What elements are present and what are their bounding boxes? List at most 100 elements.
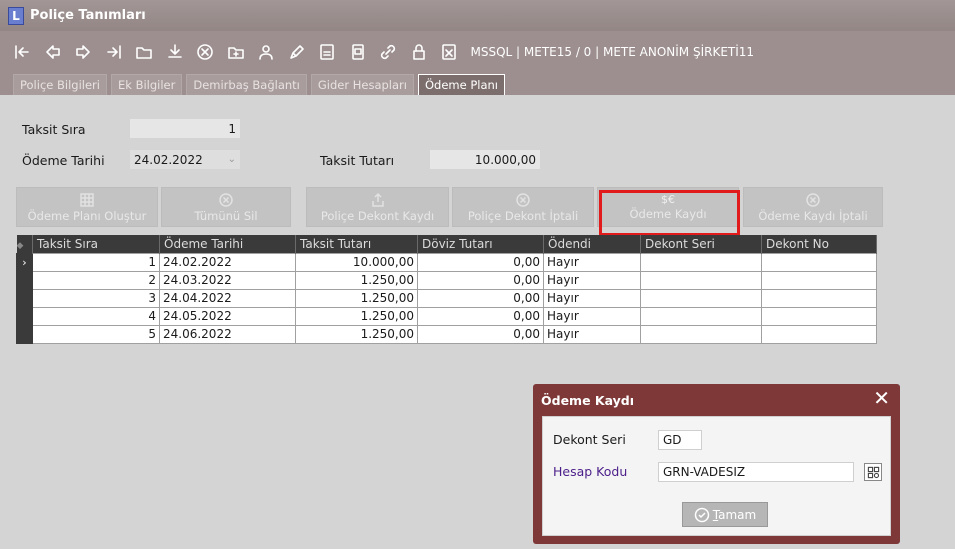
cell-odeme-tarihi[interactable]: 24.04.2022 <box>159 288 296 308</box>
table-row[interactable]: 2 24.03.2022 1.250,00 0,00 Hayır <box>16 270 877 290</box>
cell-odendi[interactable]: Hayır <box>543 270 641 290</box>
police-dekont-kaydi-button[interactable]: Poliçe Dekont Kaydı <box>306 187 449 227</box>
cell-odendi[interactable]: Hayır <box>543 306 641 326</box>
odeme-kaydi-iptali-button[interactable]: Ödeme Kaydı İptali <box>743 187 883 227</box>
cell-odendi[interactable]: Hayır <box>543 324 641 344</box>
cell-dekont-seri[interactable] <box>640 288 762 308</box>
police-dekont-iptali-button[interactable]: Poliçe Dekont İptali <box>452 187 594 227</box>
cell-taksit-sira[interactable]: 5 <box>32 324 160 344</box>
cell-taksit-sira[interactable]: 3 <box>32 288 160 308</box>
cell-odeme-tarihi[interactable]: 24.06.2022 <box>159 324 296 344</box>
connection-info: MSSQL | METE15 / 0 | METE ANONİM ŞİRKETİ… <box>470 44 755 59</box>
cell-dekont-no[interactable] <box>761 252 877 272</box>
table-row[interactable]: › 1 24.02.2022 10.000,00 0,00 Hayır <box>16 252 877 272</box>
cell-doviz-tutari[interactable]: 0,00 <box>417 270 544 290</box>
prev-record-icon[interactable] <box>42 41 64 63</box>
row-indicator <box>16 288 33 308</box>
taksit-tutari-field[interactable]: 10.000,00 <box>430 150 540 169</box>
taksit-tutari-label: Taksit Tutarı <box>320 153 395 168</box>
cell-taksit-tutari[interactable]: 1.250,00 <box>295 306 418 326</box>
cell-taksit-sira[interactable]: 4 <box>32 306 160 326</box>
window-titlebar: L Poliçe Tanımları <box>0 0 955 31</box>
cell-taksit-tutari[interactable]: 1.250,00 <box>295 270 418 290</box>
cancel-icon[interactable] <box>194 41 216 63</box>
grid-icon <box>80 192 94 207</box>
user-icon[interactable] <box>255 41 277 63</box>
cell-odendi[interactable]: Hayır <box>543 288 641 308</box>
cell-taksit-tutari[interactable]: 1.250,00 <box>295 324 418 344</box>
odeme-kaydi-dialog: Ödeme Kaydı ✕ Dekont Seri GD Hesap Kodu … <box>533 384 900 544</box>
last-record-icon[interactable] <box>103 41 125 63</box>
excel-icon[interactable] <box>438 41 460 63</box>
cell-doviz-tutari[interactable]: 0,00 <box>417 306 544 326</box>
cell-dekont-no[interactable] <box>761 270 877 290</box>
tumunu-sil-label: Tümünü Sil <box>194 208 258 223</box>
table-row[interactable]: 4 24.05.2022 1.250,00 0,00 Hayır <box>16 306 877 326</box>
cell-odeme-tarihi[interactable]: 24.02.2022 <box>159 252 296 272</box>
tab-police-bilgileri[interactable]: Poliçe Bilgileri <box>13 74 107 95</box>
tumunu-sil-button[interactable]: Tümünü Sil <box>161 187 291 227</box>
cell-dekont-seri[interactable] <box>640 306 762 326</box>
print-icon[interactable] <box>347 41 369 63</box>
link-icon[interactable] <box>377 41 399 63</box>
window-title: Poliçe Tanımları <box>30 8 146 23</box>
col-dekont-seri[interactable]: Dekont Seri <box>640 235 762 253</box>
tab-odeme-plani[interactable]: Ödeme Planı <box>417 74 505 95</box>
cancel-circle-icon <box>806 192 820 207</box>
folder-icon[interactable] <box>133 41 155 63</box>
add-icon[interactable] <box>225 41 247 63</box>
cell-taksit-tutari[interactable]: 1.250,00 <box>295 288 418 308</box>
cell-dekont-seri[interactable] <box>640 270 762 290</box>
check-circle-icon <box>694 507 710 522</box>
odeme-plani-olustur-button[interactable]: Ödeme Planı Oluştur <box>16 187 158 227</box>
lookup-icon[interactable] <box>864 463 882 481</box>
tamam-button[interactable]: Tamam <box>682 502 768 527</box>
table-row[interactable]: 3 24.04.2022 1.250,00 0,00 Hayır <box>16 288 877 308</box>
police-dekont-kaydi-label: Poliçe Dekont Kaydı <box>320 208 435 223</box>
cell-dekont-seri[interactable] <box>640 324 762 344</box>
tab-ek-bilgiler[interactable]: Ek Bilgiler <box>110 74 183 95</box>
first-record-icon[interactable] <box>11 41 33 63</box>
cell-doviz-tutari[interactable]: 0,00 <box>417 324 544 344</box>
col-taksit-tutari[interactable]: Taksit Tutarı <box>295 235 418 253</box>
table-row[interactable]: 5 24.06.2022 1.250,00 0,00 Hayır <box>16 324 877 344</box>
cell-taksit-tutari[interactable]: 10.000,00 <box>295 252 418 272</box>
cell-doviz-tutari[interactable]: 0,00 <box>417 252 544 272</box>
cell-dekont-no[interactable] <box>761 288 877 308</box>
close-icon[interactable]: ✕ <box>873 386 890 410</box>
odeme-tarihi-field[interactable]: 24.02.2022 ⌄ <box>130 150 240 169</box>
tab-demirbas-baglanti[interactable]: Demirbaş Bağlantı <box>186 74 307 95</box>
tab-gider-hesaplari[interactable]: Gider Hesapları <box>310 74 414 95</box>
col-taksit-sira[interactable]: Taksit Sıra <box>32 235 160 253</box>
hesap-kodu-label[interactable]: Hesap Kodu <box>553 464 627 479</box>
dekont-seri-field[interactable]: GD <box>658 430 702 450</box>
cell-odeme-tarihi[interactable]: 24.03.2022 <box>159 270 296 290</box>
cell-doviz-tutari[interactable]: 0,00 <box>417 288 544 308</box>
col-dekont-no[interactable]: Dekont No <box>761 235 877 253</box>
cell-dekont-no[interactable] <box>761 306 877 326</box>
hesap-kodu-field[interactable]: GRN-VADESIZ <box>658 462 854 482</box>
col-odeme-tarihi[interactable]: Ödeme Tarihi <box>159 235 296 253</box>
odeme-tarihi-label: Ödeme Tarihi <box>22 153 105 168</box>
cell-taksit-sira[interactable]: 2 <box>32 270 160 290</box>
col-odendi[interactable]: Ödendi <box>543 235 641 253</box>
cell-dekont-seri[interactable] <box>640 252 762 272</box>
cell-taksit-sira[interactable]: 1 <box>32 252 160 272</box>
dialog-title: Ödeme Kaydı <box>541 393 635 408</box>
taksit-sira-label: Taksit Sıra <box>22 122 86 137</box>
taksit-sira-field[interactable]: 1 <box>130 119 240 138</box>
next-record-icon[interactable] <box>72 41 94 63</box>
lock-icon[interactable] <box>408 41 430 63</box>
report-icon[interactable] <box>316 41 338 63</box>
cell-dekont-no[interactable] <box>761 324 877 344</box>
chevron-down-icon[interactable]: ⌄ <box>228 154 236 165</box>
cell-odeme-tarihi[interactable]: 24.05.2022 <box>159 306 296 326</box>
col-doviz-tutari[interactable]: Döviz Tutarı <box>417 235 544 253</box>
row-indicator <box>16 306 33 326</box>
edit-icon[interactable] <box>286 41 308 63</box>
cancel-circle-icon <box>219 192 233 207</box>
cell-odendi[interactable]: Hayır <box>543 252 641 272</box>
highlight-box <box>599 190 740 236</box>
dekont-seri-label: Dekont Seri <box>553 432 626 447</box>
download-icon[interactable] <box>164 41 186 63</box>
